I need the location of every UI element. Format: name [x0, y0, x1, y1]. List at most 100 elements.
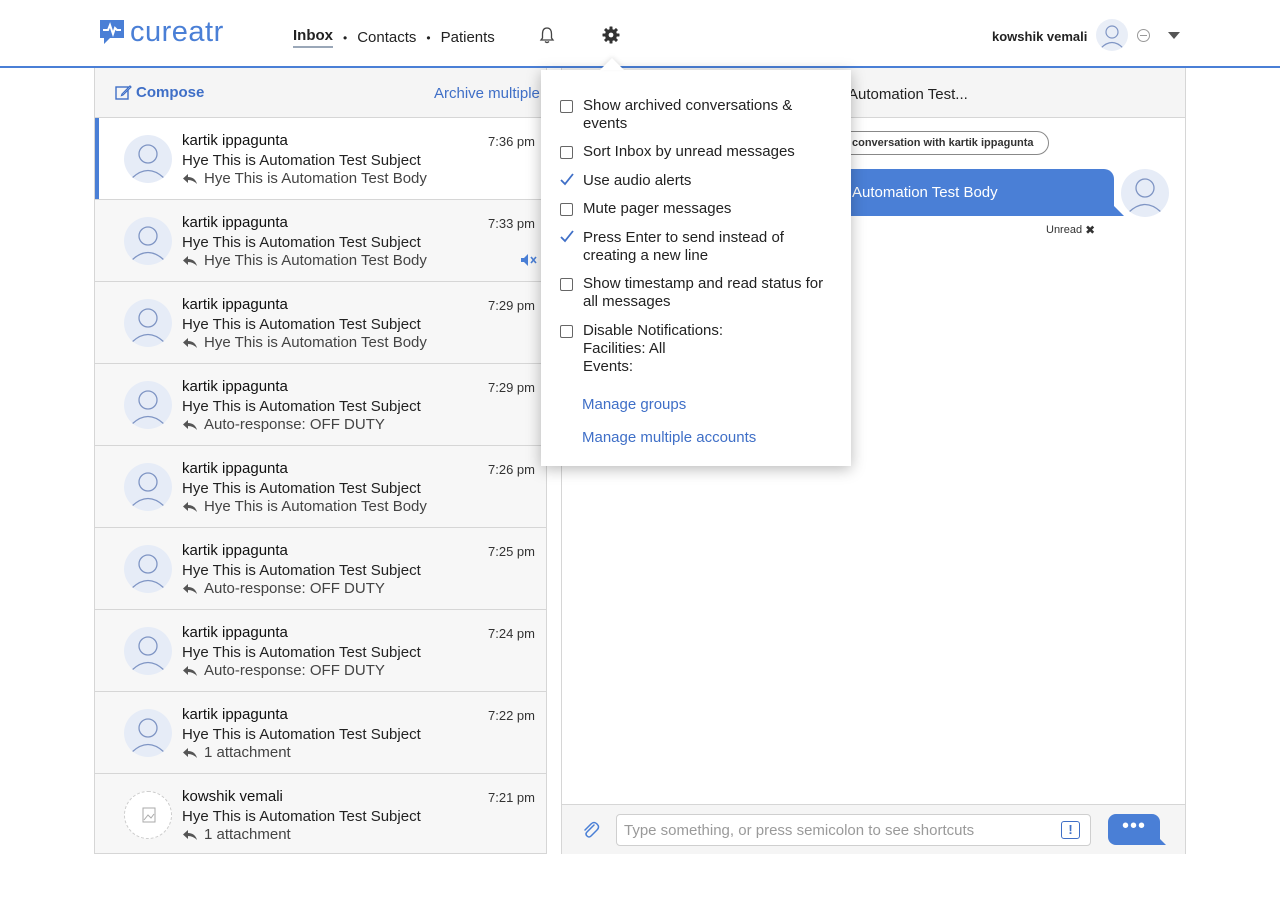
conversation-row[interactable]: kartik ippagunta Hye This is Automation T…: [95, 610, 546, 692]
avatar-placeholder-icon: [131, 718, 165, 753]
conversation-row[interactable]: kartik ippagunta Hye This is Automation T…: [95, 282, 546, 364]
gear-icon[interactable]: [601, 25, 621, 45]
preview-text: Auto-response: OFF DUTY: [204, 416, 385, 433]
preview-text: Hye This is Automation Test Body: [204, 498, 427, 515]
nav-patients[interactable]: Patients: [441, 29, 495, 46]
sender-name: kowshik vemali: [182, 788, 283, 805]
option-mute-pager[interactable]: Mute pager messages: [560, 200, 840, 218]
compose-button[interactable]: Compose: [115, 84, 204, 101]
reply-icon: [183, 337, 197, 348]
avatar: [124, 217, 172, 265]
checkmark-icon[interactable]: [560, 172, 574, 188]
option-label: Mute pager messages: [583, 200, 732, 217]
avatar-placeholder-icon: [131, 226, 165, 261]
conversation-row[interactable]: kowshik vemali Hye This is Automation Tes…: [95, 774, 546, 853]
unread-label: Unread: [1046, 224, 1083, 236]
message-composer: ! •••: [562, 804, 1185, 854]
sender-name: kartik ippagunta: [182, 460, 288, 477]
manage-groups-link[interactable]: Manage groups: [582, 396, 686, 413]
reply-icon: [183, 829, 197, 840]
timestamp: 7:26 pm: [488, 462, 535, 477]
conversation-preview: Hye This is Automation Test Body: [182, 334, 427, 351]
avatar-placeholder-icon: [1100, 25, 1124, 49]
conversation-preview: Auto-response: OFF DUTY: [182, 416, 385, 433]
timestamp: 7:22 pm: [488, 708, 535, 723]
manage-multiple-accounts-link[interactable]: Manage multiple accounts: [582, 429, 756, 446]
avatar: [124, 463, 172, 511]
reply-icon: [183, 501, 197, 512]
conversation-row[interactable]: kartik ippagunta Hye This is Automation T…: [95, 446, 546, 528]
avatar: [124, 299, 172, 347]
checkbox[interactable]: [560, 278, 573, 291]
sender-name: kartik ippagunta: [182, 706, 288, 723]
compose-label: Compose: [136, 84, 205, 101]
checkbox[interactable]: [560, 100, 573, 113]
settings-menu: Show archived conversations & events Sor…: [541, 70, 851, 466]
notifications-facilities: Facilities: All: [583, 340, 666, 357]
preview-text: Hye This is Automation Test Body: [204, 334, 427, 351]
bell-icon[interactable]: [538, 26, 556, 44]
conversation-preview: Hye This is Automation Test Body: [182, 498, 427, 515]
chevron-down-icon[interactable]: [1168, 32, 1180, 39]
checkbox[interactable]: [560, 203, 573, 216]
sender-avatar: [1121, 169, 1169, 217]
option-disable-notifications[interactable]: Disable Notifications: Facilities: All E…: [560, 322, 840, 376]
conversation-subject: Hye This is Automation Test Subject: [182, 316, 421, 333]
avatar: [124, 545, 172, 593]
sender-name: kartik ippagunta: [182, 542, 288, 559]
archive-multiple-link[interactable]: Archive multiple: [434, 85, 540, 102]
option-sort-unread[interactable]: Sort Inbox by unread messages: [560, 143, 840, 161]
nav-separator: •: [343, 30, 348, 45]
paperclip-icon[interactable]: [582, 820, 600, 840]
reply-icon: [183, 665, 197, 676]
inbox-toolbar: Compose Archive multiple: [95, 68, 546, 118]
message-input[interactable]: [616, 814, 1091, 846]
timestamp: 7:33 pm: [488, 216, 535, 231]
urgent-icon[interactable]: !: [1061, 821, 1080, 839]
checkmark-icon[interactable]: [560, 229, 574, 245]
option-label: Disable Notifications:: [583, 322, 724, 339]
avatar: [124, 627, 172, 675]
option-enter-to-send[interactable]: Press Enter to send instead of creating …: [560, 229, 840, 265]
option-audio-alerts[interactable]: Use audio alerts: [560, 172, 840, 190]
sender-name: kartik ippagunta: [182, 378, 288, 395]
avatar-placeholder-icon: [131, 636, 165, 671]
muted-speaker-icon: [521, 254, 537, 266]
sender-name: kartik ippagunta: [182, 214, 288, 231]
option-show-archived[interactable]: Show archived conversations & events: [560, 97, 840, 133]
close-icon[interactable]: ✖: [1085, 223, 1095, 237]
conversation-row[interactable]: kartik ippagunta Hye This is Automation T…: [95, 364, 546, 446]
option-label: Show archived conversations & events: [583, 97, 793, 132]
checkbox[interactable]: [560, 325, 573, 338]
conversation-subject: Hye This is Automation Test Subject: [182, 398, 421, 415]
preview-text: Auto-response: OFF DUTY: [204, 580, 385, 597]
timestamp: 7:21 pm: [488, 790, 535, 805]
conversation-row[interactable]: kartik ippagunta Hye This is Automation T…: [95, 528, 546, 610]
option-show-timestamp[interactable]: Show timestamp and read status for all m…: [560, 275, 840, 311]
avatar: [124, 709, 172, 757]
timestamp: 7:25 pm: [488, 544, 535, 559]
timestamp: 7:29 pm: [488, 380, 535, 395]
nav-contacts[interactable]: Contacts: [357, 29, 416, 46]
cureatr-logo[interactable]: cureatr: [98, 18, 224, 47]
option-label: Use audio alerts: [583, 172, 692, 189]
conversation-subject: Hye This is Automation Test Subject: [182, 808, 421, 825]
reply-icon: [183, 173, 197, 184]
checkbox[interactable]: [560, 146, 573, 159]
avatar-placeholder-icon: [131, 554, 165, 589]
user-name[interactable]: kowshik vemali: [992, 29, 1087, 44]
status-icon[interactable]: [1137, 29, 1150, 42]
nav-inbox[interactable]: Inbox: [293, 27, 333, 48]
conversation-row[interactable]: kartik ippagunta Hye This is Automation T…: [95, 200, 546, 282]
send-button[interactable]: •••: [1108, 814, 1166, 845]
timestamp: 7:29 pm: [488, 298, 535, 313]
timestamp: 7:36 pm: [488, 134, 535, 149]
user-avatar[interactable]: [1096, 19, 1128, 51]
conversation-participants-pill[interactable]: conversation with kartik ippagunta: [837, 131, 1049, 155]
avatar-placeholder-icon: [131, 308, 165, 343]
reply-icon: [183, 255, 197, 266]
conversation-row[interactable]: kartik ippagunta Hye This is Automation T…: [95, 118, 546, 200]
conversation-preview: Hye This is Automation Test Body: [182, 170, 427, 187]
avatar-placeholder-icon: [1128, 178, 1162, 213]
conversation-row[interactable]: kartik ippagunta Hye This is Automation T…: [95, 692, 546, 774]
